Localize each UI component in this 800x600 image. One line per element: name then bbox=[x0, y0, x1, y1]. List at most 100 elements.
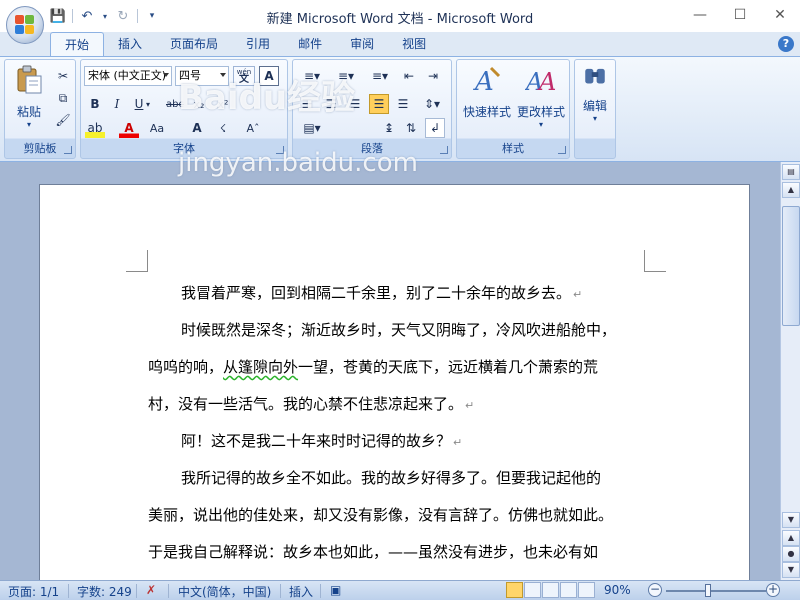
font-name-combo[interactable]: 宋体 (中文正文) bbox=[84, 66, 172, 86]
draft-view-icon[interactable] bbox=[578, 582, 595, 598]
distribute-icon[interactable]: ☰ bbox=[393, 94, 413, 114]
styles-group: A 快速样式 A A 更改样式 ▾ 样式 bbox=[456, 59, 570, 159]
window-controls: — ☐ ✕ bbox=[680, 0, 800, 30]
change-case-icon[interactable]: Aa bbox=[145, 118, 169, 138]
ribbon: 粘贴 ▾ ✂ ⧉ 🖌 剪贴板 宋体 (中文正文) 四号 wén 文 A B I U… bbox=[0, 56, 800, 162]
paste-dropdown-icon[interactable]: ▾ bbox=[11, 120, 47, 129]
document-page[interactable]: 我冒着严寒，回到相隔二千余里，别了二十余年的故乡去。 ↵ 时候既然是深冬；渐近故乡… bbox=[39, 184, 750, 580]
sort-icon[interactable]: ⇅ bbox=[401, 118, 421, 138]
language-indicator[interactable]: 中文(简体，中国) bbox=[178, 583, 271, 600]
tab-insert[interactable]: 插入 bbox=[104, 32, 156, 56]
tab-home[interactable]: 开始 bbox=[50, 32, 105, 56]
document-area[interactable]: 我冒着严寒，回到相隔二千余里，别了二十余年的故乡去。 ↵ 时候既然是深冬；渐近故乡… bbox=[0, 162, 780, 580]
quick-styles-icon: A bbox=[473, 66, 501, 97]
close-icon[interactable]: ✕ bbox=[760, 0, 800, 30]
minimize-icon[interactable]: — bbox=[680, 0, 720, 30]
clear-formatting-icon[interactable]: A bbox=[187, 118, 207, 138]
document-body[interactable]: 我冒着严寒，回到相隔二千余里，别了二十余年的故乡去。 ↵ 时候既然是深冬；渐近故乡… bbox=[148, 275, 648, 571]
tab-mailings[interactable]: 邮件 bbox=[284, 32, 336, 56]
decrease-indent-icon[interactable]: ⇤ bbox=[399, 66, 419, 86]
word-count[interactable]: 字数: 249 bbox=[77, 583, 132, 600]
underline-dropdown-icon[interactable]: ▾ bbox=[143, 94, 153, 114]
copy-icon[interactable]: ⧉ bbox=[53, 88, 73, 108]
tab-page-layout[interactable]: 页面布局 bbox=[156, 32, 232, 56]
tab-review[interactable]: 审阅 bbox=[336, 32, 388, 56]
status-separator bbox=[136, 584, 137, 598]
paragraph-continuation: 村，没有一些活气。我的心禁不住悲凉起来了。 ↵ bbox=[148, 386, 648, 423]
zoom-out-icon[interactable]: − bbox=[648, 583, 662, 597]
zoom-in-icon[interactable]: + bbox=[766, 583, 780, 597]
macro-record-icon[interactable]: ▣ bbox=[330, 583, 341, 597]
paragraph-mark-icon: ↵ bbox=[573, 288, 583, 301]
zoom-level[interactable]: 90% bbox=[604, 583, 631, 597]
scroll-up-icon[interactable]: ▲ bbox=[782, 182, 800, 198]
quick-styles-button[interactable]: A 快速样式 bbox=[461, 64, 513, 120]
line-spacing-icon[interactable]: ⇕▾ bbox=[417, 94, 447, 114]
spelling-flag-text[interactable]: 从篷隙向外 bbox=[223, 358, 298, 376]
office-button[interactable] bbox=[6, 6, 44, 44]
cut-icon[interactable]: ✂ bbox=[53, 66, 73, 86]
full-screen-reading-view-icon[interactable] bbox=[524, 582, 541, 598]
ruler-toggle-icon[interactable]: ▤ bbox=[782, 164, 800, 180]
office-logo-icon bbox=[15, 15, 35, 35]
text-line: 美丽，说出他的佳处来，却又没有影像，没有言辞了。仿佛也就如此。 bbox=[148, 506, 614, 524]
maximize-icon[interactable]: ☐ bbox=[720, 0, 760, 30]
tab-references[interactable]: 引用 bbox=[232, 32, 284, 56]
browse-object-icon[interactable]: ● bbox=[782, 546, 800, 562]
insert-mode-indicator[interactable]: 插入 bbox=[289, 583, 313, 600]
vertical-scrollbar[interactable]: ▤ ▲ ▼ ▲ ● ▼ bbox=[780, 162, 800, 580]
text-line: 时候既然是深冬；渐近故乡时，天气又阴晦了，冷风吹进船舱中， bbox=[181, 321, 617, 339]
paragraph-launcher-icon[interactable] bbox=[440, 146, 448, 154]
status-separator bbox=[168, 584, 169, 598]
change-styles-dropdown-icon[interactable]: ▾ bbox=[515, 120, 567, 129]
text-line: 阿！这不是我二十年来时时记得的故乡？ bbox=[181, 432, 452, 450]
paragraph-mark-icon: ↵ bbox=[453, 436, 463, 449]
scroll-thumb[interactable] bbox=[782, 206, 800, 326]
show-hide-marks-icon[interactable]: ↲ bbox=[425, 118, 445, 138]
status-separator bbox=[320, 584, 321, 598]
title-bar: 💾 ↶ ▾ ↻ ▾ 新建 Microsoft Word 文档 - Microso… bbox=[0, 0, 800, 44]
page-count[interactable]: 页面: 1/1 bbox=[8, 583, 59, 600]
tab-view[interactable]: 视图 bbox=[388, 32, 440, 56]
enclose-characters-icon[interactable]: ☇ bbox=[213, 118, 233, 138]
editing-button[interactable]: 编辑 ▾ bbox=[577, 64, 613, 123]
outline-view-icon[interactable] bbox=[560, 582, 577, 598]
highlight-icon[interactable]: ab bbox=[85, 118, 105, 138]
grow-font-icon[interactable]: Aˆ bbox=[243, 118, 263, 138]
text-line: 我所记得的故乡全不如此。我的故乡好得多了。但要我记起他的 bbox=[181, 469, 602, 487]
status-bar: 页面: 1/1 字数: 249 ✗ 中文(简体，中国) 插入 ▣ 90% − + bbox=[0, 580, 800, 600]
next-page-icon[interactable]: ▼ bbox=[782, 562, 800, 578]
zoom-slider-thumb[interactable] bbox=[705, 584, 711, 597]
svg-text:A: A bbox=[473, 67, 494, 96]
status-separator bbox=[280, 584, 281, 598]
multilevel-list-icon[interactable]: ≡▾ bbox=[365, 66, 395, 86]
increase-indent-icon[interactable]: ⇥ bbox=[423, 66, 443, 86]
text-line: 我冒着严寒，回到相隔二千余里，别了二十余年的故乡去。 bbox=[181, 284, 572, 302]
change-styles-label: 更改样式 bbox=[516, 105, 565, 119]
editing-group: 编辑 ▾ bbox=[574, 59, 616, 159]
editing-dropdown-icon[interactable]: ▾ bbox=[577, 114, 613, 123]
font-name-value: 宋体 (中文正文) bbox=[88, 69, 167, 82]
paste-button[interactable]: 粘贴 ▾ bbox=[11, 64, 47, 129]
margin-corner-top-left bbox=[126, 250, 148, 272]
scroll-down-icon[interactable]: ▼ bbox=[782, 512, 800, 528]
web-layout-view-icon[interactable] bbox=[542, 582, 559, 598]
justify-icon[interactable]: ☰ bbox=[369, 94, 389, 114]
styles-launcher-icon[interactable] bbox=[558, 146, 566, 154]
previous-page-icon[interactable]: ▲ bbox=[782, 530, 800, 546]
view-buttons bbox=[506, 582, 595, 598]
font-color-icon[interactable]: A bbox=[119, 118, 139, 138]
change-styles-button[interactable]: A A 更改样式 ▾ bbox=[515, 64, 567, 129]
bold-button[interactable]: B bbox=[85, 94, 105, 114]
proofing-icon[interactable]: ✗ bbox=[146, 583, 156, 597]
quick-styles-label: 快速样式 bbox=[462, 105, 511, 119]
format-painter-icon[interactable]: 🖌 bbox=[53, 110, 73, 130]
chinese-layout-icon[interactable]: ↨ bbox=[379, 118, 399, 138]
shading-icon[interactable]: ▤▾ bbox=[297, 118, 327, 138]
clipboard-launcher-icon[interactable] bbox=[64, 146, 72, 154]
help-icon[interactable]: ? bbox=[778, 36, 794, 52]
zoom-slider-track[interactable] bbox=[666, 590, 766, 592]
italic-button[interactable]: I bbox=[107, 94, 127, 114]
print-layout-view-icon[interactable] bbox=[506, 582, 523, 598]
chevron-down-icon bbox=[163, 73, 169, 77]
